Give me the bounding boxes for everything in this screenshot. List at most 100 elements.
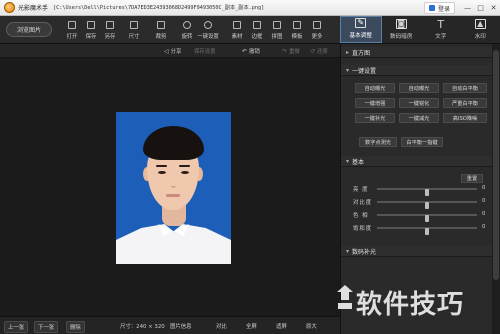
auto-exposure-2-button[interactable]: 自动曝光: [399, 83, 439, 93]
hue-slider-row: 色 相 0: [341, 210, 492, 222]
reset-button[interactable]: 重置: [461, 174, 483, 183]
brightness-slider-row: 亮 度 0: [341, 184, 492, 196]
saturation-track[interactable]: [377, 227, 477, 235]
crop-label: 裁剪: [155, 34, 167, 40]
material-button[interactable]: 素材: [227, 19, 247, 43]
material-label: 素材: [231, 34, 243, 40]
saturation-slider-row: 饱和度 0: [341, 223, 492, 235]
maximize-button[interactable]: □: [474, 0, 487, 16]
crop-button[interactable]: 裁剪: [151, 19, 171, 43]
actual-size-button[interactable]: 原大: [306, 322, 317, 330]
template-button[interactable]: 模板: [287, 19, 307, 43]
template-label: 模板: [291, 34, 303, 40]
fullscreen-button[interactable]: 全屏: [246, 322, 257, 330]
login-label: 登录: [437, 5, 450, 13]
redo-icon: ↷: [282, 47, 288, 55]
mode-tabs: ✎ 基本调整 ◙ 数码暗房 T 文字 ▲ 水印: [340, 16, 500, 44]
user-icon: [428, 5, 435, 11]
image-canvas[interactable]: [0, 58, 340, 316]
restore-button[interactable]: ↺ 还原: [310, 47, 328, 56]
one-click-section-header[interactable]: ▾ 一键设置: [341, 65, 492, 76]
open-label: 打开: [66, 34, 78, 40]
tab-watermark[interactable]: ▲ 水印: [461, 16, 500, 43]
text-icon: T: [437, 17, 445, 31]
compare-button[interactable]: 对比: [216, 322, 227, 330]
hair-shape: [143, 126, 204, 160]
browse-images-button[interactable]: 浏览图片: [6, 22, 52, 37]
prev-image-button[interactable]: 上一张: [4, 321, 29, 333]
save-settings-button[interactable]: 保存设置: [194, 47, 216, 55]
rotate-label: 旋转: [181, 34, 193, 40]
saturation-knob[interactable]: [425, 228, 429, 235]
fill-light-section-header[interactable]: ▾ 数码补光: [341, 246, 492, 257]
redo-button[interactable]: ↷ 重做: [282, 47, 300, 56]
image-size-label: 尺寸：240 × 320: [120, 324, 165, 330]
hue-knob[interactable]: [425, 215, 429, 222]
strict-white-balance-button[interactable]: 严重白平衡: [443, 98, 487, 108]
image-info-button[interactable]: 图片信息: [170, 322, 192, 330]
brightness-knob[interactable]: [425, 189, 429, 196]
save-button[interactable]: 保存: [81, 19, 101, 43]
one-click-icon: [204, 21, 212, 29]
collapse-icon: ▾: [346, 247, 350, 255]
rotate-button[interactable]: 旋转: [177, 19, 197, 43]
brightness-track[interactable]: [377, 188, 477, 196]
fit-screen-button[interactable]: 适屏: [276, 322, 287, 330]
one-click-sharpen-button[interactable]: 一键锐化: [399, 98, 439, 108]
spot-metering-button[interactable]: 数字点测光: [359, 137, 397, 147]
share-button[interactable]: ◁ 分享: [164, 47, 181, 56]
brightness-value: 0: [482, 185, 486, 191]
material-icon: [233, 21, 241, 29]
basic-section-header[interactable]: ▾ 基本: [341, 156, 492, 167]
eye-left: [158, 171, 166, 174]
fill-light-button[interactable]: 一键补光: [355, 113, 395, 123]
contrast-label: 对比度: [353, 200, 373, 206]
hue-track[interactable]: [377, 214, 477, 222]
login-button[interactable]: 登录: [423, 2, 455, 14]
reduce-light-button[interactable]: 一键减光: [399, 113, 439, 123]
panel-scrollbar[interactable]: [492, 44, 500, 334]
rotate-icon: [183, 21, 191, 29]
delete-button[interactable]: 删除: [66, 321, 85, 333]
undo-button[interactable]: ↶ 撤销: [242, 47, 260, 56]
next-image-button[interactable]: 下一张: [34, 321, 59, 333]
one-click-title: 一键设置: [352, 67, 377, 75]
border-button[interactable]: 边框: [247, 19, 267, 43]
undo-icon: ↶: [242, 47, 248, 55]
undo-label: 撤销: [249, 49, 260, 55]
collapse-icon: ▾: [346, 157, 350, 165]
open-button[interactable]: 打开: [62, 19, 82, 43]
one-click-button[interactable]: 一键设置: [197, 19, 219, 43]
one-click-enhance-button[interactable]: 一键增强: [355, 98, 395, 108]
fill-light-title: 数码补光: [352, 248, 377, 256]
contrast-knob[interactable]: [425, 202, 429, 209]
tab-basic-adjust[interactable]: ✎ 基本调整: [340, 16, 382, 43]
auto-exposure-button[interactable]: 自动曝光: [355, 83, 395, 93]
save-as-button[interactable]: 另存: [100, 19, 120, 43]
open-icon: [68, 21, 76, 29]
shirt-shape: [116, 224, 231, 264]
file-path-title: [C:\Users\Dell\Pictures\7DA7ED3E24393068…: [53, 5, 265, 11]
auto-white-balance-button[interactable]: 自动白平衡: [443, 83, 487, 93]
histogram-section-header[interactable]: ▸ 直方图: [341, 47, 492, 58]
resize-button[interactable]: 尺寸: [124, 19, 144, 43]
more-button[interactable]: 更多: [307, 19, 327, 43]
collage-button[interactable]: 拼图: [267, 19, 287, 43]
more-icon: [313, 21, 321, 29]
minimize-button[interactable]: —: [461, 0, 474, 16]
collage-icon: [273, 21, 281, 29]
contrast-track[interactable]: [377, 201, 477, 209]
resize-icon: [130, 21, 138, 29]
portrait-photo[interactable]: [116, 112, 231, 264]
close-button[interactable]: ✕: [487, 0, 500, 16]
white-balance-pick-button[interactable]: 白平衡一指键: [401, 137, 443, 147]
template-icon: [293, 21, 301, 29]
scrollbar-thumb[interactable]: [493, 50, 499, 280]
redo-label: 重做: [289, 49, 300, 55]
nose-shape: [171, 176, 176, 188]
high-iso-denoise-button[interactable]: 高ISO降噪: [443, 113, 487, 123]
basic-title: 基本: [352, 158, 365, 166]
tab-watermark-label: 水印: [474, 34, 486, 40]
tab-text[interactable]: T 文字: [421, 16, 461, 43]
tab-digital-darkroom[interactable]: ◙ 数码暗房: [382, 16, 422, 43]
